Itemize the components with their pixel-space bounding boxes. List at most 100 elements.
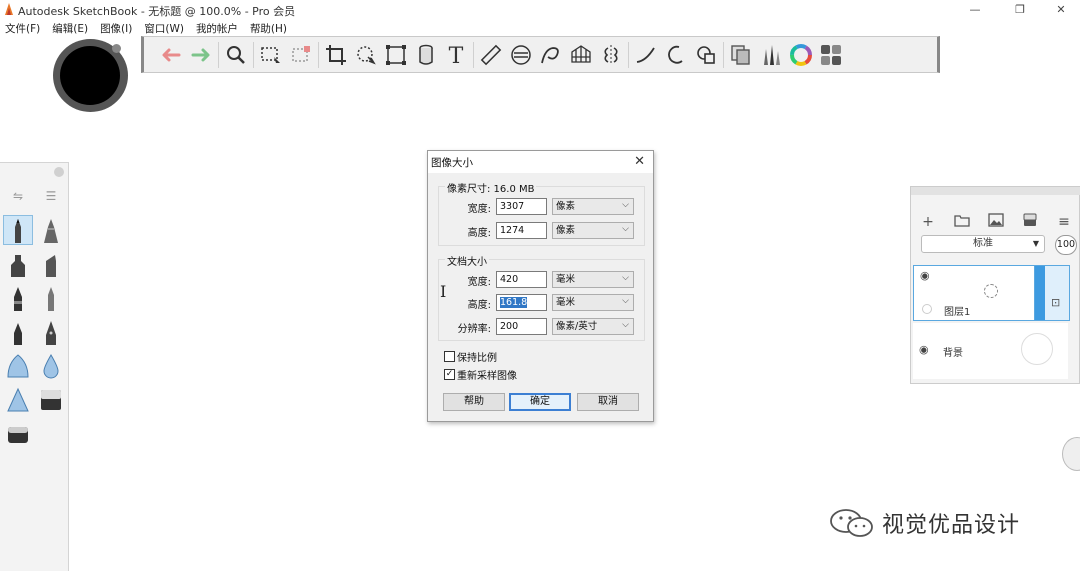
dialog-title: 图像大小 <box>431 157 473 169</box>
side-panel-knob[interactable] <box>1062 437 1080 471</box>
distort-icon[interactable] <box>381 39 411 71</box>
undo-icon[interactable] <box>156 39 186 71</box>
blend-mode-select[interactable]: 标准 ▼ <box>921 235 1045 253</box>
add-group-folder-icon[interactable] <box>953 213 971 231</box>
layer-eraser-icon[interactable] <box>1021 213 1039 231</box>
doc-height-field[interactable]: 161.8 <box>496 294 547 311</box>
marker-brush-icon[interactable] <box>3 249 33 279</box>
transform-select-icon[interactable] <box>286 39 316 71</box>
menu-account[interactable]: 我的帐户 <box>190 19 244 36</box>
brush-palette-close-button[interactable] <box>54 167 64 177</box>
water-drop-icon[interactable] <box>36 351 66 381</box>
brush-puck[interactable] <box>53 39 128 112</box>
soft-eraser-icon[interactable] <box>3 419 33 449</box>
layer-row[interactable]: ◉ 图层1 ⊡ <box>913 265 1070 321</box>
doc-height-unit-select[interactable]: 毫米 ⌵ <box>552 294 634 311</box>
pixel-width-unit-select[interactable]: 像素 ⌵ <box>552 198 634 215</box>
resample-box[interactable]: ✓ <box>444 369 455 380</box>
menu-edit[interactable]: 编辑(E) <box>46 19 94 36</box>
fountain-pen-icon[interactable] <box>36 317 66 347</box>
shape-icon[interactable] <box>691 39 721 71</box>
color-wheel-icon[interactable] <box>786 39 816 71</box>
toolbar-separator <box>253 41 254 68</box>
fine-liner-icon[interactable] <box>36 283 66 313</box>
resample-checkbox[interactable]: ✓ 重新采样图像 <box>444 367 517 382</box>
select-icon[interactable] <box>256 39 286 71</box>
layer-select-radio[interactable] <box>922 304 932 314</box>
dialog-close-icon[interactable]: ✕ <box>634 154 645 169</box>
menu-file[interactable]: 文件(F) <box>0 19 46 36</box>
lasso-icon[interactable] <box>351 39 381 71</box>
brush-list-icon[interactable]: ☰ <box>40 189 62 207</box>
lock-icon[interactable]: ⊡ <box>1051 296 1060 309</box>
dialog-body: 像素尺寸: 16.0 MB 宽度: 3307 像素 ⌵ 高度: 1274 像素 ⌵ … <box>428 173 653 421</box>
paint-brush-icon[interactable] <box>3 351 33 381</box>
crop-icon[interactable] <box>321 39 351 71</box>
layer-options-strip[interactable]: ⊡ <box>1034 265 1070 321</box>
color-swatches-icon[interactable] <box>816 39 846 71</box>
doc-width-field[interactable]: 420 <box>496 271 547 288</box>
puck-handle[interactable] <box>112 44 121 53</box>
ballpoint-pen-icon[interactable] <box>3 283 33 313</box>
chevron-down-icon: ⌵ <box>622 273 629 283</box>
document-size-title: 文档大小 <box>445 253 489 268</box>
doc-width-unit-select[interactable]: 毫米 ⌵ <box>552 271 634 288</box>
brush-palette: ⇋ ☰ <box>0 162 69 571</box>
brush-library-icon[interactable] <box>756 39 786 71</box>
layer-row[interactable]: ◉ 背景 <box>913 323 1068 379</box>
menu-image[interactable]: 图像(I) <box>94 19 138 36</box>
menu-window[interactable]: 窗口(W) <box>138 19 190 36</box>
eye-icon[interactable]: ◉ <box>920 269 934 282</box>
keep-ratio-checkbox[interactable]: 保持比例 <box>444 349 497 364</box>
pixel-dimensions-title: 像素尺寸: 16.0 MB <box>445 180 537 195</box>
curve-icon[interactable] <box>536 39 566 71</box>
cancel-button[interactable]: 取消 <box>577 393 639 411</box>
pixel-height-field[interactable]: 1274 <box>496 222 547 239</box>
perspective-grid-icon[interactable] <box>566 39 596 71</box>
perspective-icon[interactable] <box>411 39 441 71</box>
chevron-down-icon: ⌵ <box>622 200 629 210</box>
chisel-marker-icon[interactable] <box>36 249 66 279</box>
minimize-button[interactable]: — <box>960 0 990 20</box>
add-layer-icon[interactable]: + <box>919 213 937 231</box>
help-button[interactable]: 帮助 <box>443 393 505 411</box>
layer-toolbar: + ≡ <box>911 213 1080 233</box>
menu-help[interactable]: 帮助(H) <box>244 19 293 36</box>
svg-text:T: T <box>449 44 464 67</box>
brush-properties-icon[interactable]: ⇋ <box>7 189 29 207</box>
zoom-icon[interactable] <box>221 39 251 71</box>
toolbar-separator <box>473 41 474 68</box>
stroke-icon[interactable] <box>631 39 661 71</box>
ok-button[interactable]: 确定 <box>509 393 571 411</box>
ink-pen-icon[interactable] <box>3 317 33 347</box>
pencil-brush-icon[interactable] <box>3 215 33 245</box>
layer-editor-handle[interactable] <box>911 187 1080 195</box>
app-logo-icon <box>5 3 13 15</box>
eye-icon[interactable]: ◉ <box>919 343 933 356</box>
restore-button[interactable]: ❐ <box>1005 0 1035 20</box>
airbrush-icon[interactable] <box>36 215 66 245</box>
redo-icon[interactable] <box>186 39 216 71</box>
resolution-unit-select[interactable]: 像素/英寸 ⌵ <box>552 318 634 335</box>
eraser-icon[interactable] <box>36 385 66 415</box>
title-bar: Autodesk SketchBook - 无标题 @ 100.0% - Pro… <box>0 0 1080 20</box>
opacity-control[interactable]: 100 <box>1055 235 1077 255</box>
close-button[interactable]: ✕ <box>1046 0 1076 20</box>
circle-icon[interactable] <box>661 39 691 71</box>
add-image-icon[interactable] <box>987 213 1005 231</box>
copy-icon[interactable] <box>726 39 756 71</box>
layer-active-indicator <box>1035 266 1045 320</box>
pixel-width-field[interactable]: 3307 <box>496 198 547 215</box>
symmetry-icon[interactable] <box>596 39 626 71</box>
ellipse-guide-icon[interactable] <box>506 39 536 71</box>
wechat-icon <box>830 509 873 537</box>
pixel-height-unit-select[interactable]: 像素 ⌵ <box>552 222 634 239</box>
triangle-brush-icon[interactable] <box>3 385 33 415</box>
sketchbook-window: Autodesk SketchBook - 无标题 @ 100.0% - Pro… <box>0 0 1080 571</box>
resolution-field[interactable]: 200 <box>496 318 547 335</box>
text-icon[interactable]: T <box>441 39 471 71</box>
chevron-down-icon: ⌵ <box>622 224 629 234</box>
keep-ratio-box[interactable] <box>444 351 455 362</box>
layer-menu-icon[interactable]: ≡ <box>1055 213 1073 231</box>
ruler-icon[interactable] <box>476 39 506 71</box>
